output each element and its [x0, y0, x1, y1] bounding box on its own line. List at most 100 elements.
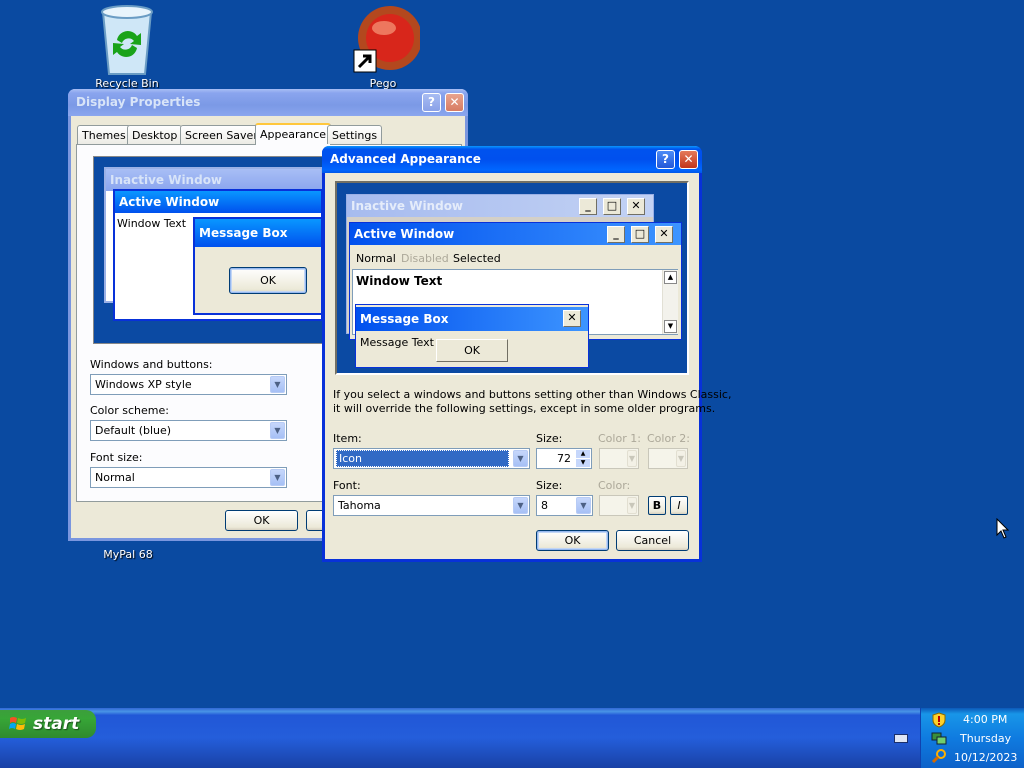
- font-size-label: Font size:: [90, 451, 143, 464]
- advanced-appearance-title: Advanced Appearance: [330, 152, 481, 166]
- chevron-down-icon: ▼: [676, 450, 686, 467]
- security-shield-icon[interactable]: [931, 712, 947, 728]
- pego-icon: [353, 6, 422, 73]
- network-icon[interactable]: [931, 730, 947, 746]
- desktop-icon-pego[interactable]: Pego: [338, 4, 428, 90]
- aa-preview-message-text: Message Text: [360, 336, 434, 349]
- spin-up-icon[interactable]: ▲: [576, 450, 590, 458]
- color2-label: Color 2:: [647, 432, 690, 445]
- tab-themes[interactable]: Themes: [77, 125, 131, 144]
- close-button[interactable]: ✕: [679, 150, 698, 169]
- font-size-value: Normal: [95, 471, 135, 484]
- dp-preview-message-title: Message Box: [195, 219, 321, 247]
- tab-screen-saver[interactable]: Screen Saver: [180, 125, 263, 144]
- windows-buttons-select[interactable]: Windows XP style ▼: [90, 374, 287, 395]
- color-scheme-value: Default (blue): [95, 424, 172, 437]
- aa-preview-window-text: Window Text: [356, 274, 443, 288]
- taskbar: start 4:00 PM Thursday 10/12/2023: [0, 708, 1024, 768]
- color-label: Color:: [598, 479, 631, 492]
- font-select[interactable]: Tahoma ▼: [333, 495, 530, 516]
- item-value: Icon: [336, 450, 509, 467]
- minimize-icon: _: [607, 226, 625, 243]
- color-scheme-label: Color scheme:: [90, 404, 169, 417]
- item-select[interactable]: Icon ▼: [333, 448, 530, 469]
- close-button[interactable]: ✕: [445, 93, 464, 112]
- chevron-down-icon: ▼: [270, 469, 285, 486]
- color1-label: Color 1:: [598, 432, 641, 445]
- item-size-value: 72: [557, 452, 571, 465]
- dp-preview-window-text: Window Text: [117, 217, 187, 230]
- font-size-select-aa[interactable]: 8 ▼: [536, 495, 593, 516]
- close-icon: ✕: [655, 226, 673, 243]
- chevron-down-icon: ▼: [270, 376, 285, 393]
- aa-preview-message-box: Message Box ✕ Message Text OK: [355, 304, 589, 368]
- scroll-up-icon: ▲: [664, 271, 677, 284]
- clock-day: Thursday: [960, 732, 1012, 745]
- aa-preview-message-title: Message Box: [356, 307, 588, 331]
- chevron-down-icon: ▼: [576, 497, 591, 514]
- bold-button[interactable]: B: [648, 496, 666, 515]
- spin-down-icon[interactable]: ▼: [576, 459, 590, 467]
- aa-preview-ok-button: OK: [436, 339, 508, 362]
- tab-settings[interactable]: Settings: [327, 125, 383, 144]
- font-color-picker[interactable]: ▼: [599, 495, 639, 516]
- advanced-appearance-titlebar[interactable]: Advanced Appearance ? ✕: [322, 146, 702, 173]
- aa-cancel-button[interactable]: Cancel: [616, 530, 689, 551]
- item-size-label: Size:: [536, 432, 563, 445]
- italic-button[interactable]: I: [670, 496, 688, 515]
- display-properties-titlebar[interactable]: Display Properties ? ✕: [68, 89, 468, 116]
- dp-preview-active-title: Active Window: [115, 191, 321, 213]
- aa-menu-normal: Normal: [356, 252, 396, 265]
- chevron-down-icon: ▼: [513, 450, 528, 467]
- font-label: Font:: [333, 479, 361, 492]
- dp-preview-message-box: Message Box OK: [193, 217, 323, 315]
- color-scheme-select[interactable]: Default (blue) ▼: [90, 420, 287, 441]
- font-size-label-aa: Size:: [536, 479, 563, 492]
- windows-buttons-label: Windows and buttons:: [90, 358, 213, 371]
- tab-desktop[interactable]: Desktop: [127, 125, 183, 144]
- maximize-icon: □: [603, 198, 621, 215]
- minimize-icon: _: [579, 198, 597, 215]
- mypal-label: MyPal 68: [103, 548, 153, 561]
- dp-ok-button[interactable]: OK: [225, 510, 298, 531]
- aa-menu-disabled: Disabled: [401, 252, 449, 265]
- windows-buttons-value: Windows XP style: [95, 378, 192, 391]
- windows-logo-icon: [9, 717, 26, 730]
- close-icon: ✕: [563, 310, 581, 327]
- color2-picker[interactable]: ▼: [648, 448, 688, 469]
- start-button[interactable]: start: [0, 710, 96, 738]
- help-button[interactable]: ?: [656, 150, 675, 169]
- search-tool-icon[interactable]: [931, 748, 947, 764]
- chevron-down-icon: ▼: [513, 497, 528, 514]
- display-properties-title: Display Properties: [76, 95, 201, 109]
- clock-date: 10/12/2023: [954, 751, 1018, 764]
- item-size-spinner[interactable]: 72 ▲ ▼: [536, 448, 592, 469]
- item-label: Item:: [333, 432, 362, 445]
- start-label: start: [33, 714, 80, 734]
- chevron-down-icon: ▼: [627, 450, 637, 467]
- aa-info-line2: it will override the following settings,…: [333, 402, 716, 415]
- maximize-icon: □: [631, 226, 649, 243]
- clock-time[interactable]: 4:00 PM: [963, 713, 1007, 726]
- tab-appearance[interactable]: Appearance: [255, 123, 332, 145]
- keyboard-icon[interactable]: [894, 734, 908, 743]
- dp-preview-ok-button: OK: [229, 267, 307, 294]
- preview-scrollbar: ▲ ▼: [662, 270, 678, 334]
- scroll-down-icon: ▼: [664, 320, 677, 333]
- aa-ok-button[interactable]: OK: [536, 530, 609, 551]
- close-icon: ✕: [627, 198, 645, 215]
- desktop-icon-recycle-bin[interactable]: Recycle Bin: [82, 4, 172, 90]
- font-size-select[interactable]: Normal ▼: [90, 467, 287, 488]
- dp-preview-inactive-title: Inactive Window: [106, 169, 321, 191]
- help-button[interactable]: ?: [422, 93, 441, 112]
- aa-info-line1: If you select a windows and buttons sett…: [333, 388, 732, 401]
- chevron-down-icon: ▼: [627, 497, 637, 514]
- chevron-down-icon: ▼: [270, 422, 285, 439]
- recycle-bin-icon: [101, 5, 153, 75]
- system-tray: 4:00 PM Thursday 10/12/2023: [920, 708, 1024, 768]
- mouse-cursor-icon: [996, 518, 1010, 539]
- font-size-value-aa: 8: [541, 499, 548, 512]
- color1-picker[interactable]: ▼: [599, 448, 639, 469]
- font-value: Tahoma: [338, 499, 381, 512]
- aa-menu-selected: Selected: [453, 252, 501, 265]
